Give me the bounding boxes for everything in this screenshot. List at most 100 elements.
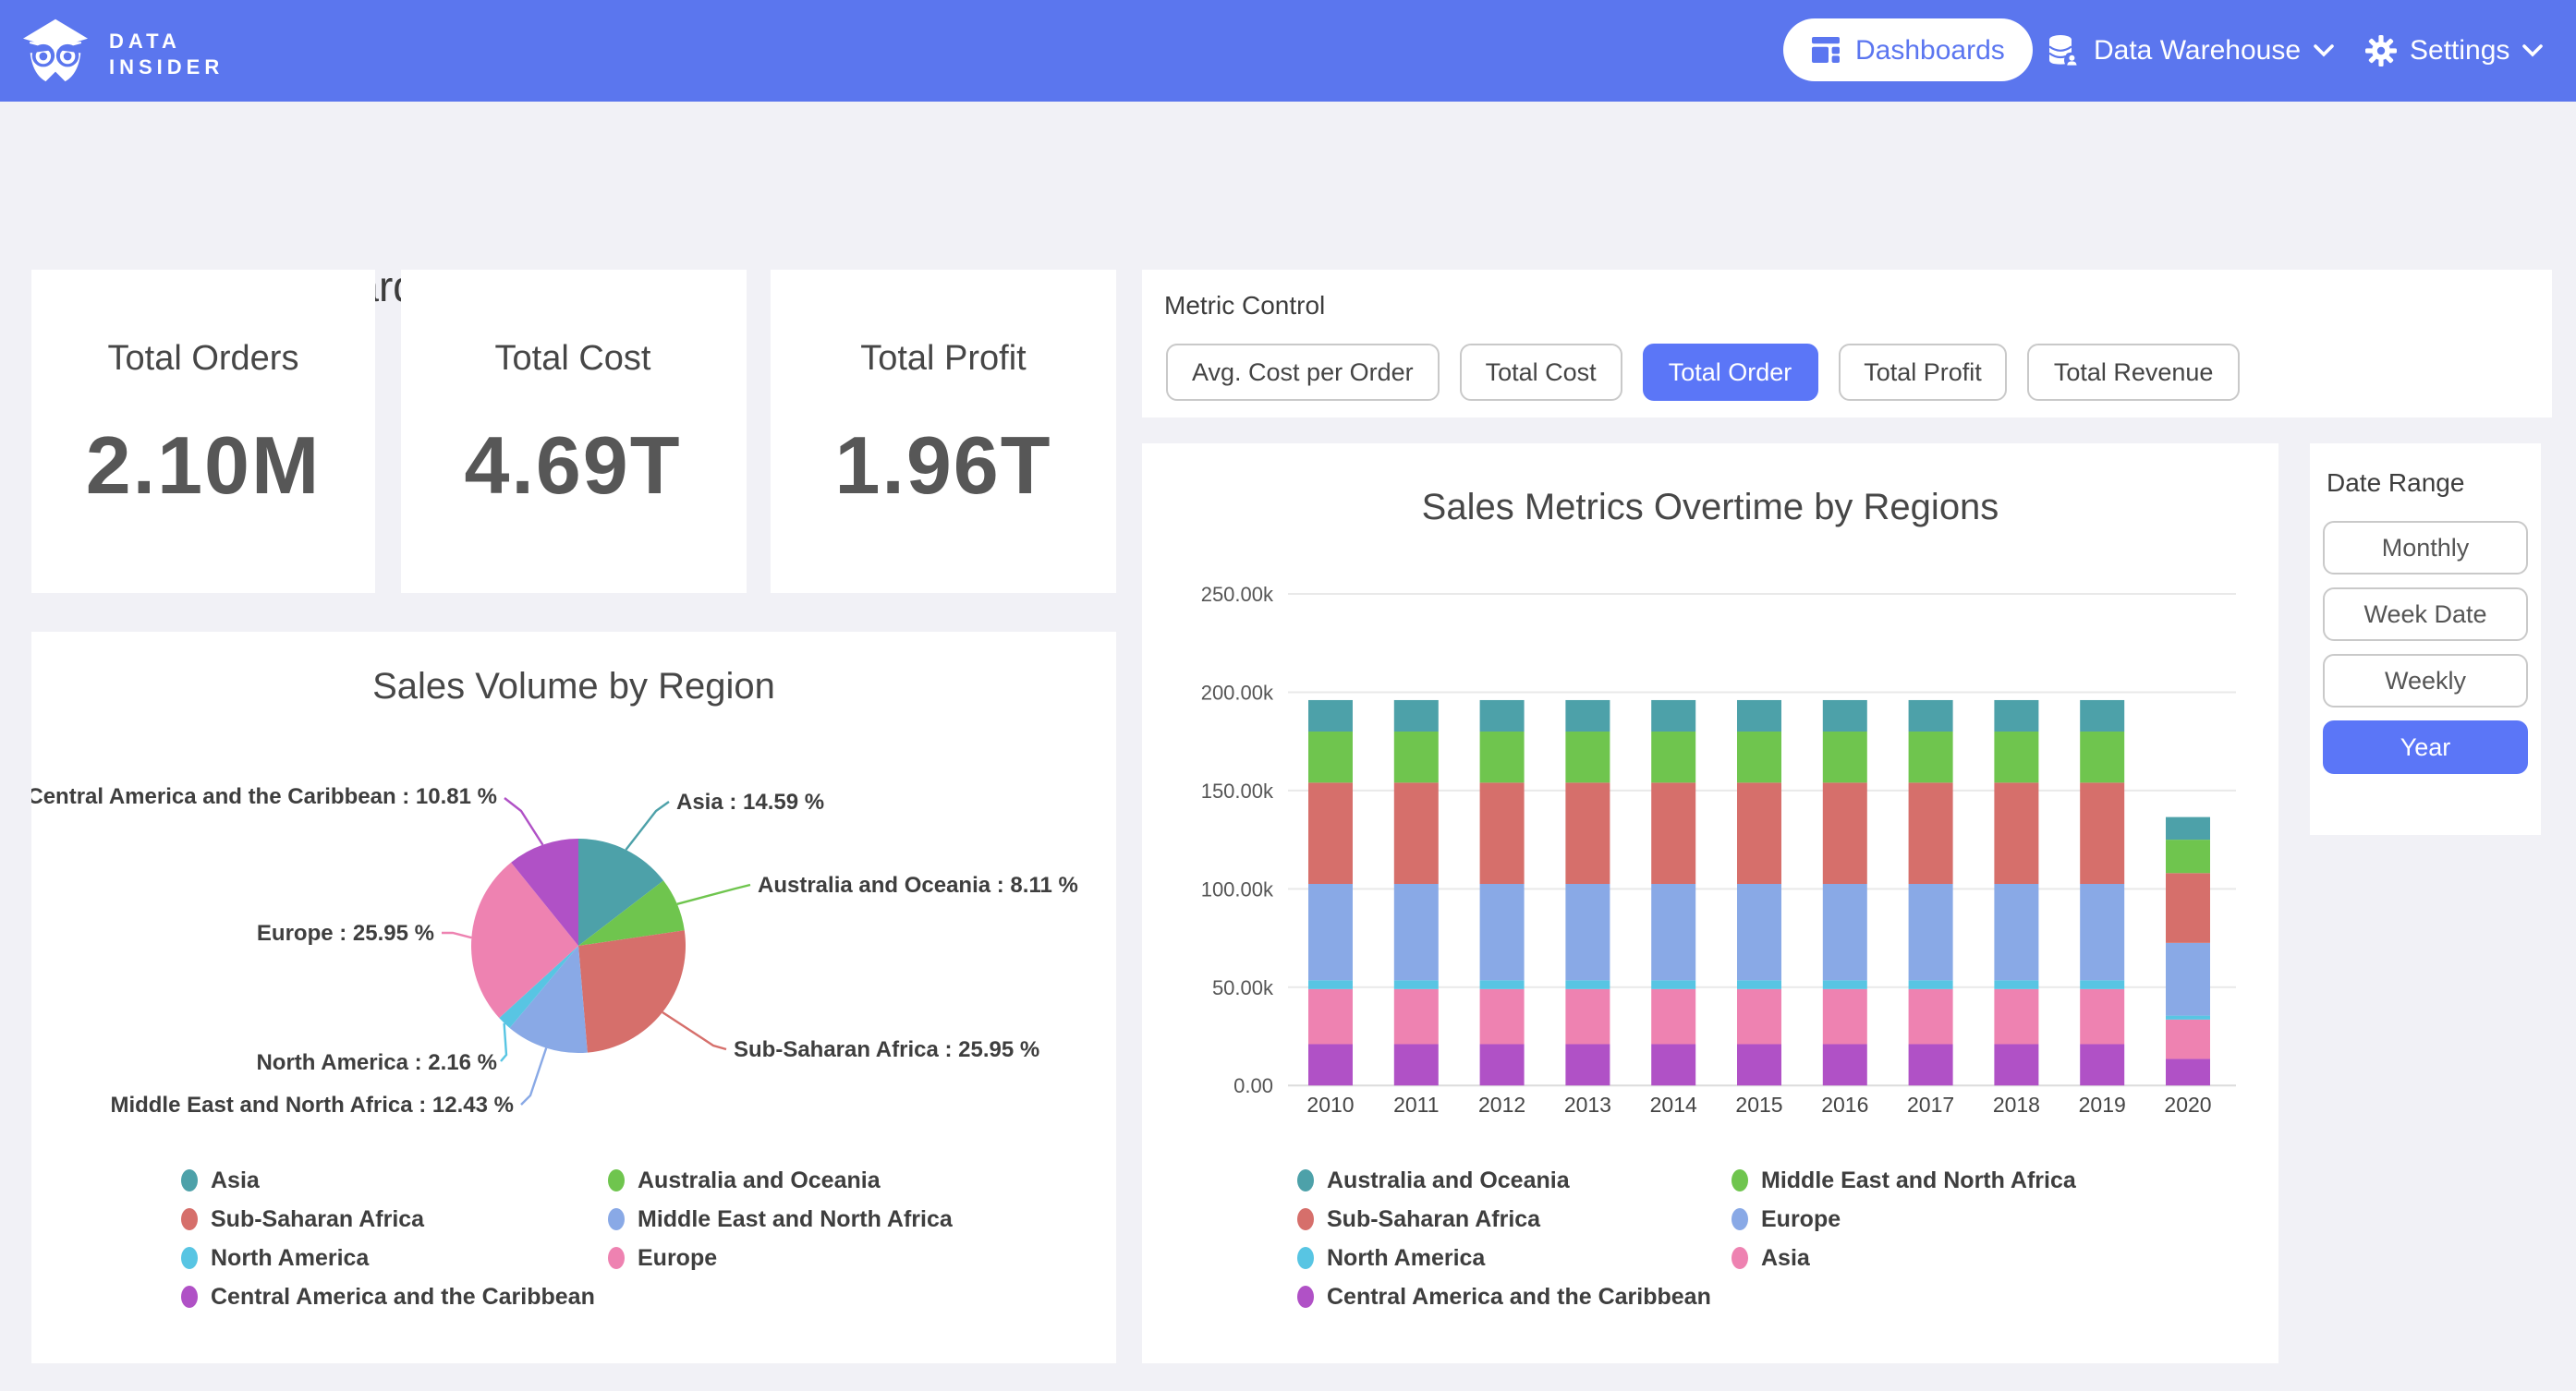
bar-segment-2014-middle-east-and-north-africa[interactable] [1651,732,1695,782]
bar-segment-2011-north-america[interactable] [1394,980,1439,989]
bar-segment-2018-north-america[interactable] [1994,980,2038,989]
pie-slice-sub-saharan-africa[interactable] [578,930,686,1052]
bar-segment-2011-asia[interactable] [1394,989,1439,1045]
bar-segment-2010-north-america[interactable] [1308,980,1353,989]
bar-segment-2010-middle-east-and-north-africa[interactable] [1308,732,1353,782]
bar-segment-2010-sub-saharan-africa[interactable] [1308,782,1353,884]
nav-item-data-warehouse[interactable]: Data Warehouse [2046,0,2334,102]
date-range-week-date[interactable]: Week Date [2323,587,2528,641]
bar-segment-2017-north-america[interactable] [1909,980,1953,989]
bar-segment-2014-europe[interactable] [1651,884,1695,980]
bar-segment-2017-australia-and-oceania[interactable] [1909,700,1953,732]
bar-segment-2017-central-america-and-the-caribbean[interactable] [1909,1045,1953,1086]
legend-item-middle-east-and-north-africa[interactable]: Middle East and North Africa [1732,1167,2076,1193]
bar-segment-2012-north-america[interactable] [1480,980,1525,989]
legend-item-middle-east-and-north-africa[interactable]: Middle East and North Africa [608,1206,953,1232]
bar-segment-2011-sub-saharan-africa[interactable] [1394,782,1439,884]
bar-segment-2011-europe[interactable] [1394,884,1439,980]
legend-item-north-america[interactable]: North America [1297,1245,1711,1271]
bar-segment-2015-middle-east-and-north-africa[interactable] [1737,732,1781,782]
legend-item-central-america-and-the-caribbean[interactable]: Central America and the Caribbean [181,1284,595,1310]
bar-segment-2013-central-america-and-the-caribbean[interactable] [1565,1045,1610,1086]
bar-segment-2013-sub-saharan-africa[interactable] [1565,782,1610,884]
bar-segment-2016-europe[interactable] [1823,884,1867,980]
bar-segment-2020-central-america-and-the-caribbean[interactable] [2166,1058,2210,1085]
bar-segment-2019-europe[interactable] [2080,884,2124,980]
legend-item-europe[interactable]: Europe [1732,1206,2076,1232]
bar-segment-2010-asia[interactable] [1308,989,1353,1045]
bar-segment-2013-australia-and-oceania[interactable] [1565,700,1610,732]
bar-segment-2020-north-america[interactable] [2166,1016,2210,1020]
metric-chip-total-order[interactable]: Total Order [1643,344,1818,401]
legend-item-sub-saharan-africa[interactable]: Sub-Saharan Africa [1297,1206,1711,1232]
bar-segment-2013-middle-east-and-north-africa[interactable] [1565,732,1610,782]
bar-segment-2020-middle-east-and-north-africa[interactable] [2166,840,2210,873]
bar-segment-2018-europe[interactable] [1994,884,2038,980]
bar-segment-2019-north-america[interactable] [2080,980,2124,989]
bar-segment-2018-middle-east-and-north-africa[interactable] [1994,732,2038,782]
legend-item-europe[interactable]: Europe [608,1245,953,1271]
date-range-year[interactable]: Year [2323,720,2528,774]
legend-item-asia[interactable]: Asia [181,1167,595,1193]
nav-item-dashboards[interactable]: Dashboards [1783,18,2033,81]
bar-segment-2012-sub-saharan-africa[interactable] [1480,782,1525,884]
bar-segment-2015-north-america[interactable] [1737,980,1781,989]
bar-segment-2017-europe[interactable] [1909,884,1953,980]
metric-chip-total-revenue[interactable]: Total Revenue [2028,344,2240,401]
bar-segment-2016-north-america[interactable] [1823,980,1867,989]
bar-segment-2020-asia[interactable] [2166,1020,2210,1059]
bar-segment-2012-europe[interactable] [1480,884,1525,980]
bar-segment-2015-australia-and-oceania[interactable] [1737,700,1781,732]
bar-segment-2016-middle-east-and-north-africa[interactable] [1823,732,1867,782]
bar-segment-2013-asia[interactable] [1565,989,1610,1045]
bar-segment-2018-central-america-and-the-caribbean[interactable] [1994,1045,2038,1086]
bar-segment-2012-asia[interactable] [1480,989,1525,1045]
bar-segment-2014-north-america[interactable] [1651,980,1695,989]
legend-item-asia[interactable]: Asia [1732,1245,2076,1271]
bar-segment-2015-central-america-and-the-caribbean[interactable] [1737,1045,1781,1086]
metric-chip-total-profit[interactable]: Total Profit [1838,344,2008,401]
bar-segment-2011-middle-east-and-north-africa[interactable] [1394,732,1439,782]
bar-segment-2014-australia-and-oceania[interactable] [1651,700,1695,732]
bar-segment-2017-sub-saharan-africa[interactable] [1909,782,1953,884]
bar-segment-2010-europe[interactable] [1308,884,1353,980]
bar-segment-2018-asia[interactable] [1994,989,2038,1045]
bar-segment-2014-asia[interactable] [1651,989,1695,1045]
bar-segment-2016-australia-and-oceania[interactable] [1823,700,1867,732]
bar-segment-2014-central-america-and-the-caribbean[interactable] [1651,1045,1695,1086]
legend-item-north-america[interactable]: North America [181,1245,595,1271]
legend-item-sub-saharan-africa[interactable]: Sub-Saharan Africa [181,1206,595,1232]
bar-segment-2017-asia[interactable] [1909,989,1953,1045]
bar-segment-2015-sub-saharan-africa[interactable] [1737,782,1781,884]
legend-item-australia-and-oceania[interactable]: Australia and Oceania [1297,1167,1711,1193]
legend-item-australia-and-oceania[interactable]: Australia and Oceania [608,1167,953,1193]
bar-segment-2019-sub-saharan-africa[interactable] [2080,782,2124,884]
bar-segment-2011-central-america-and-the-caribbean[interactable] [1394,1045,1439,1086]
bar-segment-2015-europe[interactable] [1737,884,1781,980]
bar-segment-2019-asia[interactable] [2080,989,2124,1045]
legend-item-central-america-and-the-caribbean[interactable]: Central America and the Caribbean [1297,1284,1711,1310]
bar-segment-2014-sub-saharan-africa[interactable] [1651,782,1695,884]
bar-segment-2010-australia-and-oceania[interactable] [1308,700,1353,732]
bar-segment-2016-sub-saharan-africa[interactable] [1823,782,1867,884]
bar-segment-2018-sub-saharan-africa[interactable] [1994,782,2038,884]
bar-segment-2016-central-america-and-the-caribbean[interactable] [1823,1045,1867,1086]
bar-segment-2013-north-america[interactable] [1565,980,1610,989]
bar-segment-2018-australia-and-oceania[interactable] [1994,700,2038,732]
bar-segment-2012-australia-and-oceania[interactable] [1480,700,1525,732]
nav-item-settings[interactable]: Settings [2365,0,2543,102]
bar-segment-2013-europe[interactable] [1565,884,1610,980]
bar-segment-2011-australia-and-oceania[interactable] [1394,700,1439,732]
bar-segment-2016-asia[interactable] [1823,989,1867,1045]
date-range-weekly[interactable]: Weekly [2323,654,2528,708]
metric-chip-avg-cost-per-order[interactable]: Avg. Cost per Order [1166,344,1440,401]
bar-segment-2010-central-america-and-the-caribbean[interactable] [1308,1045,1353,1086]
bar-segment-2012-central-america-and-the-caribbean[interactable] [1480,1045,1525,1086]
bar-segment-2019-australia-and-oceania[interactable] [2080,700,2124,732]
bar-segment-2019-middle-east-and-north-africa[interactable] [2080,732,2124,782]
metric-chip-total-cost[interactable]: Total Cost [1460,344,1622,401]
bar-segment-2019-central-america-and-the-caribbean[interactable] [2080,1045,2124,1086]
bar-segment-2015-asia[interactable] [1737,989,1781,1045]
date-range-monthly[interactable]: Monthly [2323,521,2528,575]
bar-segment-2020-sub-saharan-africa[interactable] [2166,873,2210,943]
